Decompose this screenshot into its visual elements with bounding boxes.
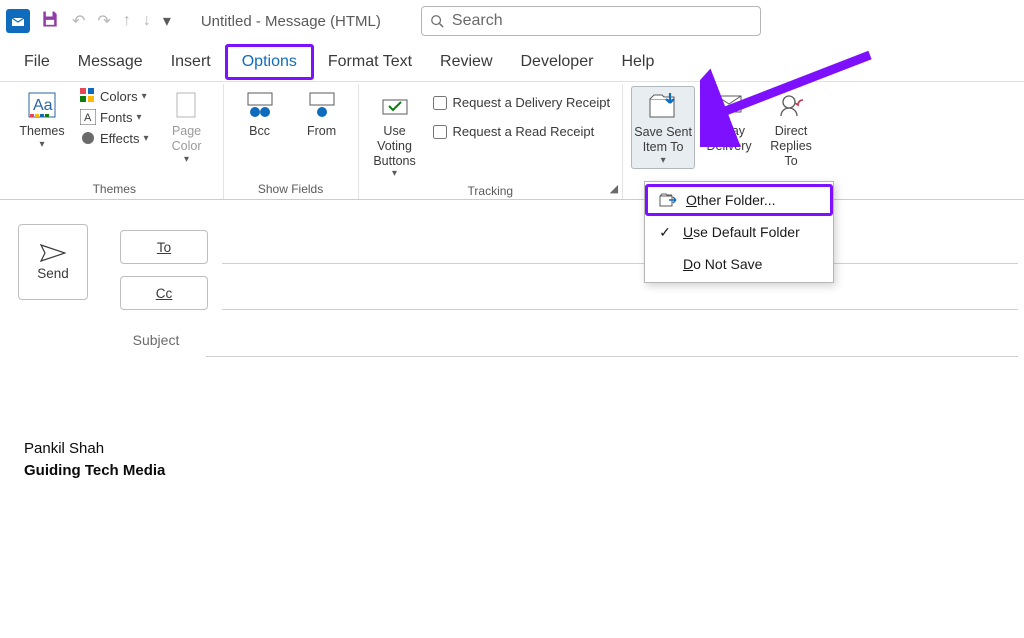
group-tracking: Use Voting Buttons ▾ Request a Delivery …: [359, 84, 624, 199]
compose-area: Send To Cc Subject Pankil Shah Guiding T…: [0, 200, 1024, 482]
dropdown-other-folder[interactable]: Other Folder...: [645, 184, 833, 216]
tab-message[interactable]: Message: [64, 47, 157, 77]
ribbon-tabs: File Message Insert Options Format Text …: [0, 42, 1024, 82]
undo-icon[interactable]: ↶: [72, 11, 85, 31]
ribbon: Aa Themes ▾ Colors▾ A Fonts▾ Effects▾: [0, 82, 1024, 200]
fonts-icon: A: [80, 109, 96, 125]
signature-org: Guiding Tech Media: [24, 460, 1018, 482]
chevron-down-icon: ▾: [392, 168, 397, 180]
group-show-fields: Bcc From Show Fields: [224, 84, 359, 199]
dropdown-label: Other Folder...: [686, 192, 775, 208]
subject-field[interactable]: [206, 323, 1018, 357]
tab-options[interactable]: Options: [225, 44, 314, 80]
colors-icon: [80, 88, 96, 104]
page-color-icon: [170, 88, 204, 122]
svg-text:A: A: [84, 112, 92, 124]
direct-replies-button[interactable]: Direct Replies To: [763, 86, 819, 170]
send-button[interactable]: Send: [18, 224, 88, 300]
signature-name: Pankil Shah: [24, 438, 1018, 460]
next-icon[interactable]: ↓: [143, 12, 151, 30]
fonts-button[interactable]: A Fonts▾: [76, 107, 153, 127]
cc-field[interactable]: [222, 276, 1018, 310]
dropdown-do-not-save[interactable]: Do Not Save: [645, 248, 833, 280]
cc-button[interactable]: Cc: [120, 276, 208, 310]
tab-help[interactable]: Help: [607, 47, 668, 77]
tab-developer[interactable]: Developer: [507, 47, 608, 77]
quick-access-toolbar: ↶ ↷ ↑ ↓ ▾: [40, 9, 171, 34]
effects-button[interactable]: Effects▾: [76, 128, 153, 148]
message-body[interactable]: Pankil Shah Guiding Tech Media: [18, 360, 1018, 482]
direct-replies-icon: [774, 88, 808, 122]
dropdown-label: Use Default Folder: [683, 224, 800, 240]
chevron-down-icon: ▾: [39, 139, 44, 151]
read-receipt-checkbox[interactable]: [433, 125, 447, 139]
folder-arrow-icon: [658, 192, 678, 208]
app-icon: [6, 9, 30, 33]
from-button[interactable]: From: [294, 86, 350, 141]
group-title-themes: Themes: [93, 180, 136, 199]
qat-customize-icon[interactable]: ▾: [163, 11, 171, 31]
bcc-button[interactable]: Bcc: [232, 86, 288, 141]
svg-text:Aa: Aa: [33, 97, 53, 114]
delay-delivery-button[interactable]: Delay Delivery: [701, 86, 757, 156]
group-title-tracking: Tracking: [468, 182, 514, 201]
themes-label: Themes: [19, 124, 64, 139]
chevron-down-icon: ▾: [184, 154, 189, 166]
dropdown-use-default-folder[interactable]: ✓ Use Default Folder: [645, 216, 833, 248]
save-sent-item-to-button[interactable]: Save Sent Item To ▾: [631, 86, 695, 169]
to-field[interactable]: [222, 230, 1018, 264]
tab-file[interactable]: File: [10, 47, 64, 77]
delivery-receipt-checkbox[interactable]: [433, 96, 447, 110]
search-placeholder: Search: [452, 12, 503, 30]
tracking-launcher-icon[interactable]: ◢: [610, 182, 618, 195]
redo-icon[interactable]: ↷: [97, 11, 110, 31]
save-icon[interactable]: [40, 9, 60, 34]
check-icon: ✓: [655, 224, 675, 241]
delay-delivery-icon: [712, 88, 746, 122]
group-themes: Aa Themes ▾ Colors▾ A Fonts▾ Effects▾: [6, 84, 224, 199]
voting-icon: [378, 88, 412, 122]
chevron-down-icon: ▾: [661, 155, 666, 167]
request-read-receipt[interactable]: Request a Read Receipt: [429, 121, 615, 142]
tab-format-text[interactable]: Format Text: [314, 47, 426, 77]
themes-button[interactable]: Aa Themes ▾: [14, 86, 70, 153]
colors-button[interactable]: Colors▾: [76, 86, 153, 106]
effects-icon: [80, 130, 96, 146]
prev-icon[interactable]: ↑: [123, 12, 131, 30]
title-bar: ↶ ↷ ↑ ↓ ▾ Untitled - Message (HTML) Sear…: [0, 0, 1024, 42]
tab-insert[interactable]: Insert: [157, 47, 225, 77]
group-title-show-fields: Show Fields: [258, 180, 323, 199]
from-icon: [305, 88, 339, 122]
save-sent-icon: [646, 89, 680, 123]
page-color-button[interactable]: Page Color ▾: [159, 86, 215, 167]
to-button[interactable]: To: [120, 230, 208, 264]
bcc-icon: [243, 88, 277, 122]
voting-buttons[interactable]: Use Voting Buttons ▾: [367, 86, 423, 182]
themes-icon: Aa: [25, 88, 59, 122]
window-title: Untitled - Message (HTML): [201, 13, 381, 30]
search-box[interactable]: Search: [421, 6, 761, 36]
save-sent-item-dropdown: Other Folder... ✓ Use Default Folder Do …: [644, 181, 834, 283]
search-icon: [430, 14, 444, 28]
send-icon: [40, 244, 66, 262]
request-delivery-receipt[interactable]: Request a Delivery Receipt: [429, 92, 615, 113]
subject-label: Subject: [120, 332, 192, 348]
dropdown-label: Do Not Save: [683, 256, 762, 272]
tab-review[interactable]: Review: [426, 47, 506, 77]
